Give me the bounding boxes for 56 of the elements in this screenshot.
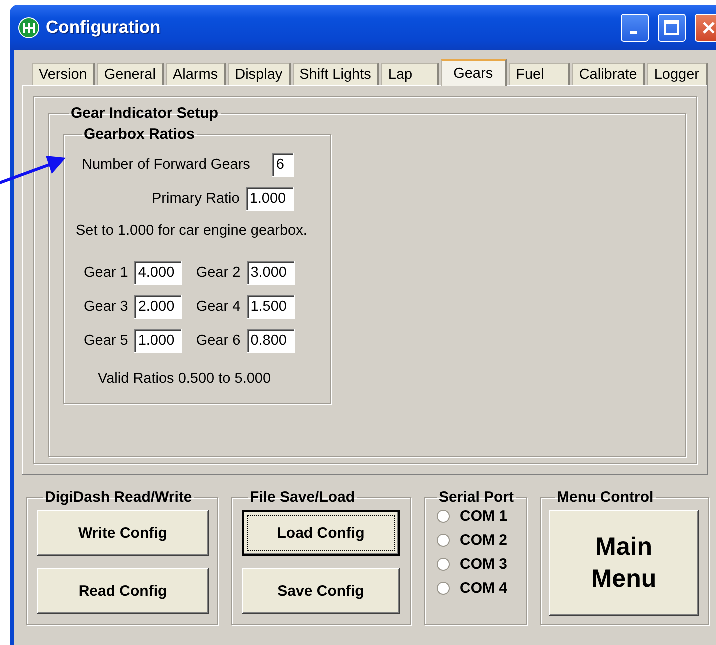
input-field[interactable]: 6: [272, 153, 294, 177]
tab[interactable]: Lap: [381, 63, 439, 85]
field-label: Gear 3: [84, 299, 128, 315]
input-field[interactable]: 3.000: [246, 261, 295, 285]
maximize-button[interactable]: [658, 14, 686, 42]
main-menu-button[interactable]: Main Menu: [549, 510, 699, 616]
tab[interactable]: Fuel: [509, 63, 570, 85]
group-title: File Save/Load: [249, 489, 356, 506]
minimize-button[interactable]: [621, 14, 649, 42]
radio-label[interactable]: COM 4: [460, 580, 508, 597]
config-button[interactable]: Write Config: [37, 510, 209, 556]
logo-icon: [18, 16, 40, 38]
tab[interactable]: Shift Lights: [292, 63, 380, 85]
group-title: Menu Control: [556, 489, 655, 506]
close-icon: [701, 20, 716, 36]
radio-button[interactable]: [437, 534, 450, 547]
group-title: Gear Indicator Setup: [70, 105, 220, 122]
window-title: Configuration: [46, 17, 162, 38]
group-title: Serial Port: [438, 489, 516, 506]
hint-text: Set to 1.000 for car engine gearbox.: [76, 223, 308, 239]
input-field[interactable]: 4.000: [134, 261, 182, 285]
field-label: Gear 5: [84, 333, 128, 349]
tab[interactable]: Calibrate: [572, 63, 646, 85]
input-field[interactable]: 2.000: [134, 295, 182, 319]
close-button[interactable]: [695, 14, 716, 42]
field-label: Gear 4: [196, 299, 241, 315]
field-label: Gear 1: [84, 265, 128, 281]
radio-label[interactable]: COM 2: [460, 532, 508, 549]
radio-label[interactable]: COM 1: [460, 508, 508, 525]
config-button[interactable]: Read Config: [37, 568, 209, 614]
config-button[interactable]: Save Config: [242, 568, 400, 614]
field-label: Primary Ratio: [152, 191, 240, 207]
group-title: DigiDash Read/Write: [44, 489, 194, 506]
focused-button[interactable]: Load Config: [242, 510, 400, 556]
input-field[interactable]: 1.000: [134, 329, 182, 353]
tab[interactable]: Alarms: [166, 63, 226, 85]
tab[interactable]: Version: [32, 63, 96, 85]
maximize-icon: [664, 20, 680, 36]
tab[interactable]: General: [97, 63, 164, 85]
input-field[interactable]: 1.000: [246, 187, 294, 211]
group-title: Gearbox Ratios: [83, 126, 196, 143]
radio-button[interactable]: [437, 558, 450, 571]
annotation-arrow: [0, 156, 66, 184]
radio-button[interactable]: [437, 582, 450, 595]
minimize-icon: [630, 31, 636, 34]
tab[interactable]: Display: [228, 63, 291, 85]
input-field[interactable]: 1.500: [246, 295, 295, 319]
field-label: Number of Forward Gears: [82, 157, 250, 173]
field-label: Gear 2: [196, 265, 241, 281]
radio-button[interactable]: [437, 510, 450, 523]
tab[interactable]: Gears: [440, 59, 508, 86]
tab[interactable]: Logger: [647, 63, 708, 85]
input-field[interactable]: 0.800: [246, 329, 295, 353]
field-label: Gear 6: [196, 333, 241, 349]
hint-text: Valid Ratios 0.500 to 5.000: [98, 371, 272, 387]
radio-label[interactable]: COM 3: [460, 556, 508, 573]
